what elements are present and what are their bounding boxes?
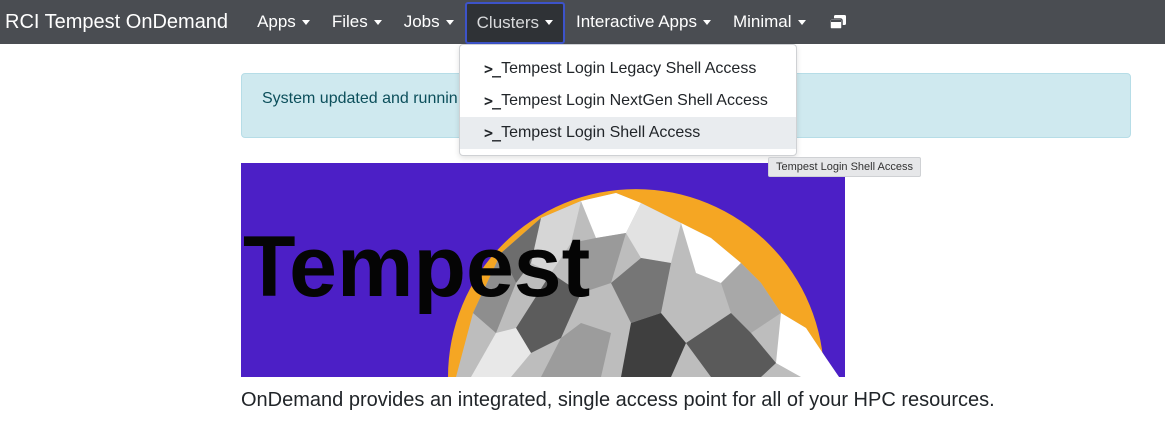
caret-down-icon [445, 19, 454, 25]
nav-minimal-label: Minimal [732, 12, 792, 31]
dropdown-item-label: Tempest Login Legacy Shell Access [501, 60, 757, 77]
nav-interactive-apps-label: Interactive Apps [576, 12, 697, 31]
nav-sessions[interactable] [817, 0, 857, 44]
tooltip: Tempest Login Shell Access [768, 157, 921, 177]
dropdown-item-label: Tempest Login Shell Access [501, 124, 701, 141]
dropdown-item-legacy-shell[interactable]: >_ Tempest Login Legacy Shell Access [460, 53, 796, 85]
nav-apps[interactable]: Apps [246, 0, 321, 44]
caret-down-icon [373, 19, 382, 25]
terminal-icon: >_ [484, 124, 501, 142]
nav-interactive-apps[interactable]: Interactive Apps [565, 0, 722, 44]
banner-logo-text: Tempest [243, 219, 590, 315]
nav-minimal[interactable]: Minimal [722, 0, 817, 44]
nav-files[interactable]: Files [321, 0, 393, 44]
dropdown-item-shell[interactable]: >_ Tempest Login Shell Access [460, 117, 796, 149]
caret-down-icon [545, 20, 553, 25]
dropdown-item-nextgen-shell[interactable]: >_ Tempest Login NextGen Shell Access [460, 85, 796, 117]
nav-clusters-label: Clusters [476, 12, 539, 32]
clusters-dropdown-menu: >_ Tempest Login Legacy Shell Access >_ … [459, 44, 797, 156]
nav-jobs[interactable]: Jobs [393, 0, 465, 44]
terminal-icon: >_ [484, 60, 501, 78]
nav-files-label: Files [331, 12, 368, 31]
brand-title[interactable]: RCI Tempest OnDemand [0, 11, 228, 34]
alert-text: System updated and runnin [262, 90, 458, 107]
nav-jobs-label: Jobs [403, 12, 440, 31]
caret-down-icon [301, 19, 310, 25]
dropdown-item-label: Tempest Login NextGen Shell Access [501, 92, 768, 109]
nav-clusters[interactable]: Clusters [464, 1, 565, 44]
tooltip-text: Tempest Login Shell Access [776, 161, 913, 173]
nav-apps-label: Apps [257, 12, 296, 31]
lead-paragraph: OnDemand provides an integrated, single … [241, 389, 995, 411]
windows-icon [829, 15, 846, 29]
top-navbar: RCI Tempest OnDemand Apps Files Jobs Clu… [0, 0, 1165, 44]
caret-down-icon [797, 19, 806, 25]
terminal-icon: >_ [484, 92, 501, 110]
caret-down-icon [702, 19, 711, 25]
tempest-banner: Tempest [241, 163, 845, 377]
